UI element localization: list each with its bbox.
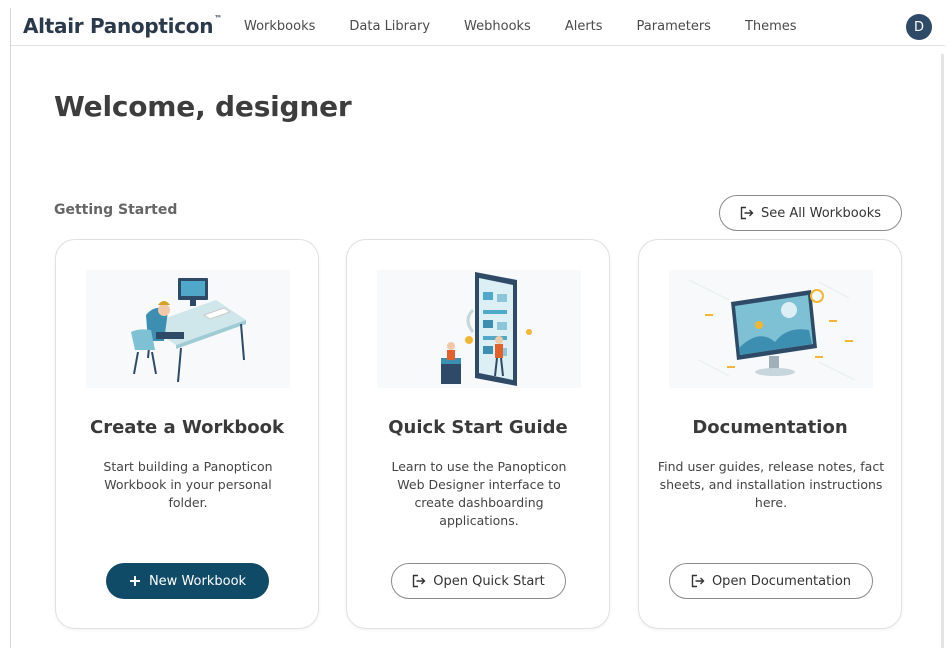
getting-started-title: Getting Started: [54, 202, 178, 218]
welcome-heading: Welcome, designer: [54, 90, 352, 123]
open-quick-start-button[interactable]: Open Quick Start: [391, 563, 566, 599]
card-description: Learn to use the Panopticon Web Designer…: [391, 459, 567, 528]
see-all-workbooks-label: See All Workbooks: [760, 205, 881, 221]
scrollbar-track[interactable]: [941, 54, 944, 648]
main-nav: Workbooks Data Library Webhooks Alerts P…: [244, 19, 797, 34]
brand-logo[interactable]: Altair Panopticon™: [23, 14, 222, 38]
nav-item-webhooks[interactable]: Webhooks: [464, 19, 531, 34]
create-workbook-card: Create a Workbook Start building a Panop…: [55, 239, 319, 629]
nav-item-themes[interactable]: Themes: [745, 19, 797, 34]
new-workbook-label: New Workbook: [148, 573, 247, 589]
open-documentation-label: Open Documentation: [711, 573, 852, 589]
card-title: Documentation: [692, 417, 848, 438]
open-external-icon: [740, 206, 754, 220]
desk-workstation-illustration: [86, 270, 290, 388]
open-quick-start-label: Open Quick Start: [433, 573, 545, 589]
nav-item-alerts[interactable]: Alerts: [565, 19, 603, 34]
see-all-workbooks-button[interactable]: See All Workbooks: [719, 195, 902, 231]
new-workbook-button[interactable]: New Workbook: [106, 563, 269, 599]
quick-start-guide-card: Quick Start Guide Learn to use the Panop…: [346, 239, 610, 629]
open-external-icon: [691, 574, 705, 588]
trademark-mark: ™: [214, 14, 222, 23]
card-description: Find user guides, release notes, fact sh…: [657, 459, 885, 510]
nav-item-workbooks[interactable]: Workbooks: [244, 19, 315, 34]
monitor-dashboard-illustration: [669, 270, 873, 388]
open-external-icon: [413, 574, 426, 588]
card-title: Quick Start Guide: [388, 417, 568, 438]
mobile-app-builder-illustration: [377, 270, 581, 388]
open-documentation-button[interactable]: Open Documentation: [669, 563, 873, 599]
documentation-card: Documentation Find user guides, release …: [638, 239, 902, 629]
app-frame: Altair Panopticon™ Workbooks Data Librar…: [10, 8, 945, 648]
card-title: Create a Workbook: [90, 417, 284, 438]
top-navigation-bar: Altair Panopticon™ Workbooks Data Librar…: [11, 8, 945, 46]
user-avatar[interactable]: D: [906, 14, 932, 40]
nav-item-parameters[interactable]: Parameters: [637, 19, 711, 34]
plus-icon: [129, 576, 140, 586]
card-description: Start building a Panopticon Workbook in …: [103, 459, 273, 510]
brand-name: Altair Panopticon: [23, 14, 214, 38]
nav-item-data-library[interactable]: Data Library: [349, 19, 430, 34]
